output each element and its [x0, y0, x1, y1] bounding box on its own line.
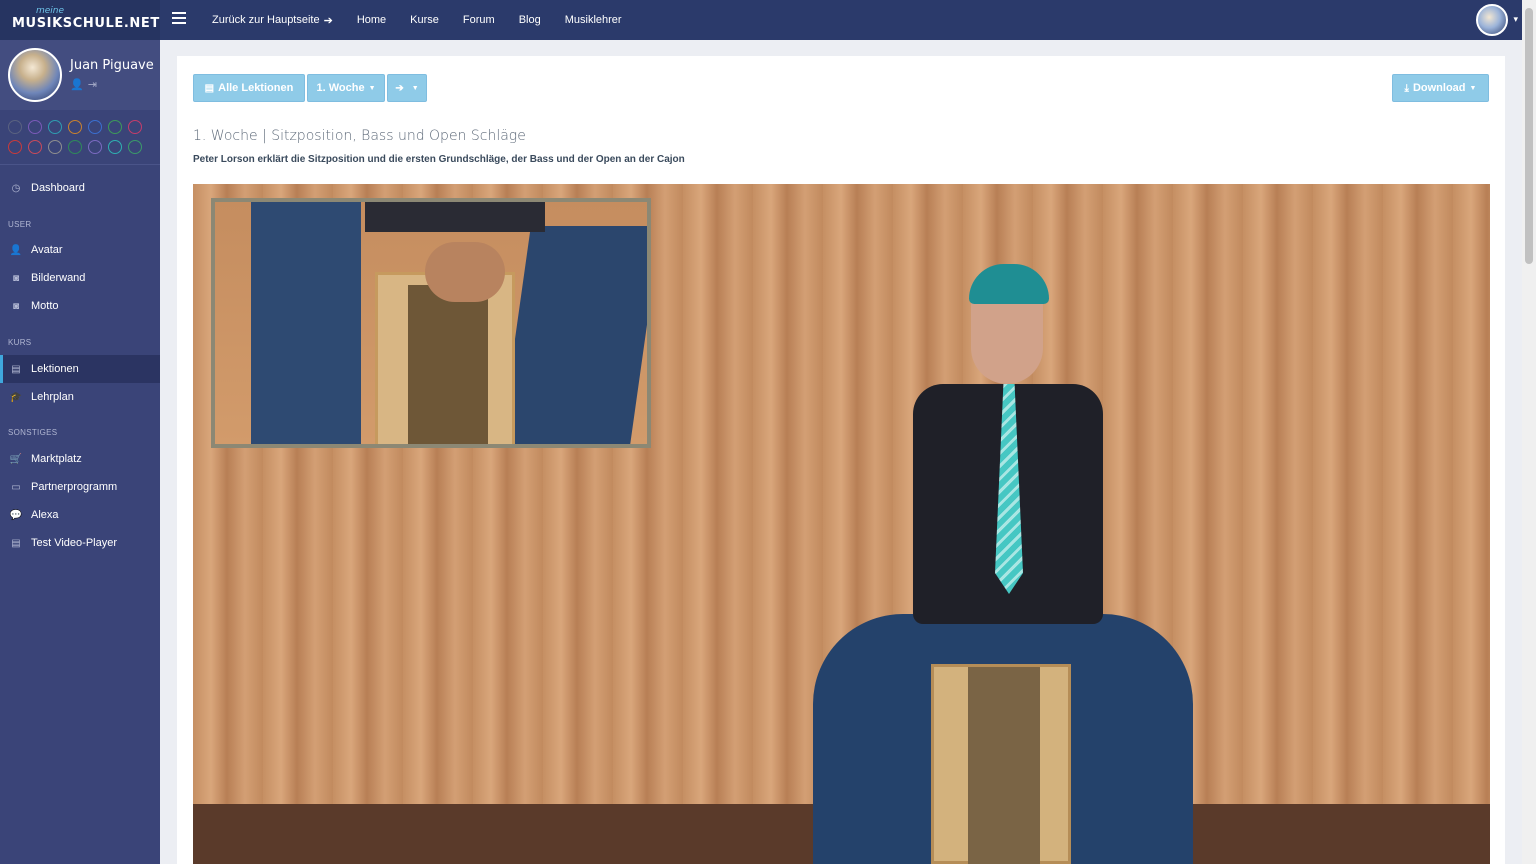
sidebar-item-alexa[interactable]: 💬 Alexa	[0, 501, 160, 529]
profile-name: Juan Piguave	[70, 58, 154, 73]
sidebar-section-user: USER	[8, 220, 32, 229]
user-menu-avatar[interactable]	[1476, 4, 1508, 36]
theme-color-row	[8, 140, 152, 154]
sidebar-item-label: Partnerprogramm	[31, 481, 118, 493]
week-dropdown-button[interactable]: 1. Woche ▼	[307, 74, 385, 102]
theme-color-option[interactable]	[8, 120, 22, 134]
sidebar-item-label: Alexa	[31, 509, 59, 521]
nav-link-home[interactable]: Home	[345, 14, 398, 26]
theme-color-picker	[8, 120, 152, 160]
sidebar-section-sonstiges: SONSTIGES	[8, 428, 58, 437]
video-presenter	[813, 224, 1193, 864]
theme-color-option[interactable]	[48, 120, 62, 134]
sidebar-item-marktplatz[interactable]: 🛒 Marktplatz	[0, 445, 160, 473]
video-player[interactable]	[193, 184, 1490, 864]
sidebar: Juan Piguave 👤⇥ ◷ Dashboard USER 👤 Avata…	[0, 40, 160, 864]
nav-link-forum[interactable]: Forum	[451, 14, 507, 26]
hamburger-menu-icon[interactable]	[172, 12, 186, 28]
nav-link-label: Zurück zur Hauptseite	[212, 14, 320, 26]
arrow-right-icon: ➔	[323, 14, 333, 27]
brand-logo[interactable]: meine MUSIKSCHULE.NET	[0, 0, 160, 40]
sidebar-item-dashboard[interactable]: ◷ Dashboard	[0, 174, 160, 202]
sidebar-item-label: Marktplatz	[31, 453, 82, 465]
avatar[interactable]	[8, 48, 62, 102]
profile-card: Juan Piguave 👤⇥	[0, 40, 160, 110]
lesson-title: 1. Woche | Sitzposition, Bass und Open S…	[193, 128, 526, 144]
theme-color-option[interactable]	[68, 140, 82, 154]
button-label: Alle Lektionen	[218, 82, 294, 94]
chevron-down-icon[interactable]: ▾	[1513, 14, 1518, 25]
theme-color-option[interactable]	[88, 140, 102, 154]
video-inset-closeup	[211, 198, 651, 448]
dashboard-icon: ◷	[11, 182, 21, 194]
theme-color-option[interactable]	[28, 140, 42, 154]
sidebar-item-lektionen[interactable]: ▤ Lektionen	[0, 355, 160, 383]
nav-link-musiklehrer[interactable]: Musiklehrer	[553, 14, 634, 26]
sidebar-item-partnerprogramm[interactable]: ▭ Partnerprogramm	[0, 473, 160, 501]
sidebar-item-label: Lektionen	[31, 363, 79, 375]
film-icon: ▤	[11, 537, 21, 549]
comments-icon: 💬	[9, 509, 23, 521]
sidebar-item-label: Motto	[31, 300, 59, 312]
cart-icon: 🛒	[9, 453, 23, 465]
sidebar-item-avatar[interactable]: 👤 Avatar	[0, 236, 160, 264]
sidebar-divider	[0, 164, 160, 165]
theme-color-option[interactable]	[28, 120, 42, 134]
camera-icon: ◙	[12, 272, 20, 284]
theme-color-option[interactable]	[88, 120, 102, 134]
list-icon: ▤	[204, 82, 215, 94]
lesson-panel: ▤ Alle Lektionen 1. Woche ▼ ➔ ▼ ⤓ Downlo…	[177, 56, 1505, 864]
brand-small-text: meine	[36, 6, 65, 16]
caret-down-icon: ▼	[411, 84, 419, 92]
nav-link-kurse[interactable]: Kurse	[398, 14, 451, 26]
sidebar-item-test-video-player[interactable]: ▤ Test Video-Player	[0, 529, 160, 557]
theme-color-option[interactable]	[128, 120, 142, 134]
sidebar-item-bilderwand[interactable]: ◙ Bilderwand	[0, 264, 160, 292]
nav-link-back-home[interactable]: Zurück zur Hauptseite ➔	[200, 14, 345, 27]
theme-color-option[interactable]	[108, 140, 122, 154]
arrow-right-icon: ➔	[395, 82, 404, 94]
theme-color-option[interactable]	[108, 120, 122, 134]
top-navbar: meine MUSIKSCHULE.NET Zurück zur Hauptse…	[0, 0, 1536, 40]
theme-color-row	[8, 120, 152, 134]
all-lessons-button[interactable]: ▤ Alle Lektionen	[193, 74, 305, 102]
lesson-description: Peter Lorson erklärt die Sitzposition un…	[193, 154, 685, 165]
download-icon: ⤓	[1404, 82, 1409, 94]
sidebar-item-label: Lehrplan	[31, 391, 74, 403]
caret-down-icon: ▼	[368, 84, 376, 92]
top-nav-links: Zurück zur Hauptseite ➔ Home Kurse Forum…	[200, 0, 634, 40]
graduation-cap-icon: 🎓	[9, 391, 23, 403]
scrollbar-thumb[interactable]	[1525, 8, 1533, 264]
sidebar-section-kurs: KURS	[8, 338, 32, 347]
sidebar-item-lehrplan[interactable]: 🎓 Lehrplan	[0, 383, 160, 411]
sidebar-item-label: Avatar	[31, 244, 63, 256]
camera-icon: ◙	[12, 300, 20, 312]
next-lesson-dropdown-button[interactable]: ➔ ▼	[387, 74, 427, 102]
money-icon: ▭	[11, 481, 21, 493]
theme-color-option[interactable]	[128, 140, 142, 154]
film-icon: ▤	[11, 363, 21, 375]
button-label: Download	[1412, 82, 1466, 94]
theme-color-option[interactable]	[68, 120, 82, 134]
user-icon: 👤	[9, 244, 23, 256]
page-scrollbar[interactable]	[1522, 0, 1536, 864]
button-label: 1. Woche	[316, 82, 365, 94]
theme-color-option[interactable]	[8, 140, 22, 154]
theme-color-option[interactable]	[48, 140, 62, 154]
sidebar-item-label: Dashboard	[31, 182, 85, 194]
download-dropdown-button[interactable]: ⤓ Download ▼	[1392, 74, 1489, 102]
sidebar-item-motto[interactable]: ◙ Motto	[0, 292, 160, 320]
caret-down-icon: ▼	[1469, 84, 1477, 92]
profile-action-icons[interactable]: 👤⇥	[70, 78, 101, 91]
brand-main-text: MUSIKSCHULE.NET	[12, 16, 160, 31]
nav-link-blog[interactable]: Blog	[507, 14, 553, 26]
sidebar-item-label: Bilderwand	[31, 272, 86, 284]
sidebar-item-label: Test Video-Player	[31, 537, 118, 549]
